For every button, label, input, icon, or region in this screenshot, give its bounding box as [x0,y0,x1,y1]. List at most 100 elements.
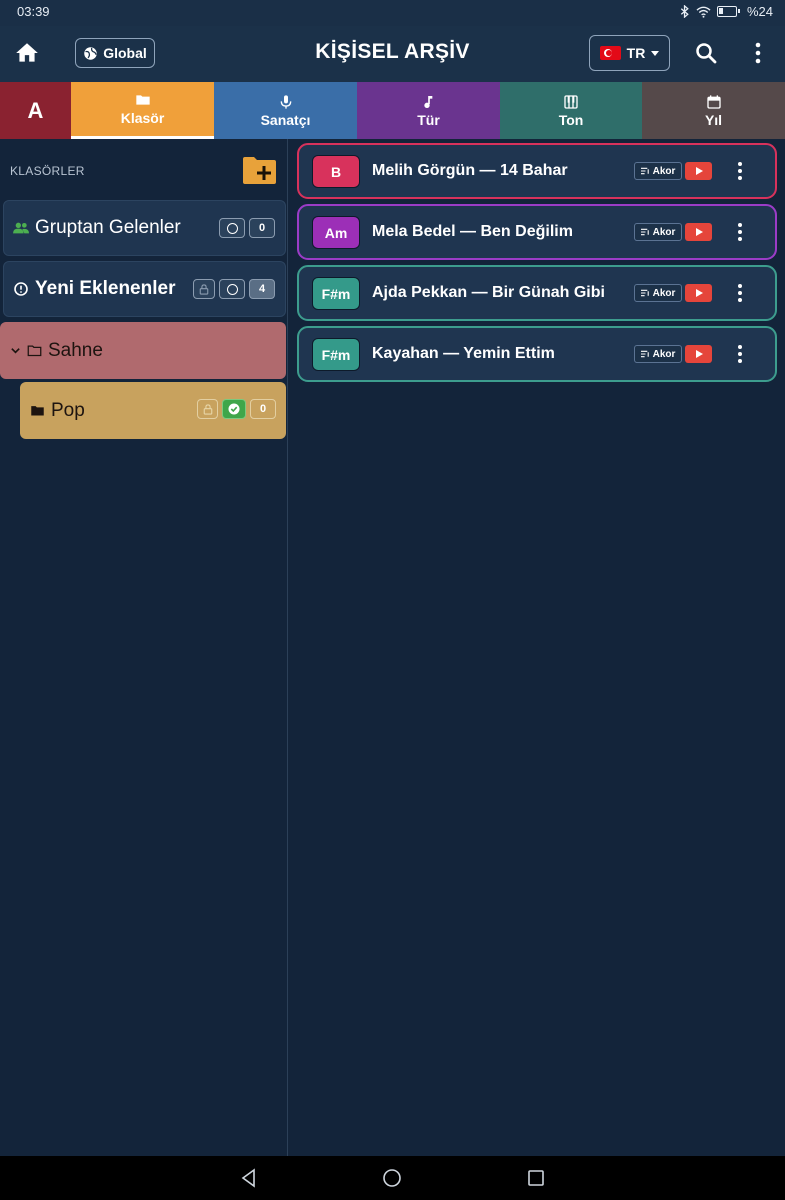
global-button[interactable]: Global [75,38,155,68]
global-label: Global [103,45,147,61]
more-vertical-icon[interactable] [734,344,746,364]
more-vertical-icon[interactable] [734,222,746,242]
recents-icon[interactable] [525,1167,547,1189]
chords-label: Akor [652,165,676,177]
song-card[interactable]: F#m Ajda Pekkan — Bir Günah Gibi Akor [297,265,777,321]
chords-button[interactable]: Akor [634,345,682,363]
tab-bar: A Klasör Sanatçı Tür Ton Yıl [0,82,785,139]
chords-icon [640,350,649,358]
key-badge: Am [312,216,360,249]
folders-panel: KLASÖRLER Gruptan Gelenler 0 Yeni Eklene… [0,139,288,1156]
tab-folder[interactable]: Klasör [71,82,214,139]
chords-button[interactable]: Akor [634,162,682,180]
tab-alphabet-label: A [27,97,44,123]
music-note-icon [423,95,432,108]
system-nav-bar [0,1156,785,1200]
more-vertical-icon[interactable] [748,41,768,65]
check-circle-icon[interactable] [222,399,246,419]
circle-toggle-icon[interactable] [219,218,245,238]
folder-gruptan-gelenler[interactable]: Gruptan Gelenler 0 [3,200,286,256]
add-folder-icon[interactable] [242,156,277,185]
lock-icon[interactable] [193,279,215,299]
tab-genre[interactable]: Tür [357,82,500,139]
folder-badges: 0 [219,218,275,238]
chords-icon [640,167,649,175]
group-icon [13,222,29,234]
circle-toggle-icon[interactable] [219,279,245,299]
key-badge: F#m [312,277,360,310]
tab-key[interactable]: Ton [500,82,642,139]
home-circle-icon[interactable] [381,1167,403,1189]
battery-level: %24 [746,4,773,19]
page-title: KİŞİSEL ARŞİV [315,40,470,63]
tab-artist-label: Sanatçı [260,111,311,128]
clock-alert-icon [14,282,28,296]
turkey-flag-icon [599,46,621,60]
chords-button[interactable]: Akor [634,223,682,241]
chevron-down-icon [11,348,20,354]
folder-badges: 0 [197,399,276,419]
language-label: TR [626,45,646,61]
folder-icon [135,95,150,105]
chords-label: Akor [652,348,676,360]
folder-label: Gruptan Gelenler [35,217,181,238]
chords-label: Akor [652,226,676,238]
key-badge: B [312,155,360,188]
tab-alphabet[interactable]: A [0,82,71,139]
folder-label: Yeni Eklenenler [35,278,176,299]
folder-sahne[interactable]: Sahne [0,322,286,379]
youtube-play-icon[interactable] [685,284,712,302]
globe-icon [84,46,97,60]
youtube-play-icon[interactable] [685,223,712,241]
song-count-badge: 0 [250,399,276,419]
more-vertical-icon[interactable] [734,161,746,181]
tab-folder-label: Klasör [120,110,165,126]
home-icon[interactable] [14,40,40,66]
chords-icon [640,289,649,297]
folder-pop[interactable]: Pop 0 [20,382,286,439]
search-icon[interactable] [694,41,718,65]
folder-outline-icon [27,345,42,357]
song-card[interactable]: B Melih Görgün — 14 Bahar Akor [297,143,777,199]
folder-label: Pop [51,399,85,421]
status-icons: %24 [680,4,773,19]
tab-year[interactable]: Yıl [642,82,785,139]
tab-artist[interactable]: Sanatçı [214,82,357,139]
piano-icon [564,94,578,109]
status-bar: 03:39 %24 [0,0,785,26]
caret-down-icon [651,50,660,56]
song-title: Mela Bedel — Ben Değilim [372,223,573,240]
chords-button[interactable]: Akor [634,284,682,302]
back-icon[interactable] [238,1167,260,1189]
folder-yeni-eklenenler[interactable]: Yeni Eklenenler 4 [3,261,286,317]
wifi-icon [696,6,711,18]
battery-icon [716,6,740,17]
song-title: Kayahan — Yemin Ettim [372,345,555,362]
bluetooth-icon [680,5,689,18]
tab-key-label: Ton [558,111,584,128]
tab-year-label: Yıl [704,111,723,128]
key-badge: F#m [312,338,360,371]
song-title: Ajda Pekkan — Bir Günah Gibi [372,284,605,301]
chords-icon [640,228,649,236]
song-title: Melih Görgün — 14 Bahar [372,162,568,179]
folder-badges: 4 [193,279,275,299]
song-count-badge: 4 [249,279,275,299]
song-card[interactable]: F#m Kayahan — Yemin Ettim Akor [297,326,777,382]
app-bar: Global KİŞİSEL ARŞİV TR [0,26,785,82]
tab-genre-label: Tür [417,111,440,128]
folders-title: KLASÖRLER [10,164,85,178]
folder-label: Sahne [48,339,103,361]
folder-icon [31,406,44,416]
status-time: 03:39 [17,4,50,19]
language-selector[interactable]: TR [589,35,670,71]
lock-icon[interactable] [197,399,218,419]
song-count-badge: 0 [249,218,275,238]
calendar-icon [706,94,721,109]
youtube-play-icon[interactable] [685,162,712,180]
youtube-play-icon[interactable] [685,345,712,363]
microphone-icon [280,94,291,109]
song-card[interactable]: Am Mela Bedel — Ben Değilim Akor [297,204,777,260]
more-vertical-icon[interactable] [734,283,746,303]
chords-label: Akor [652,287,676,299]
